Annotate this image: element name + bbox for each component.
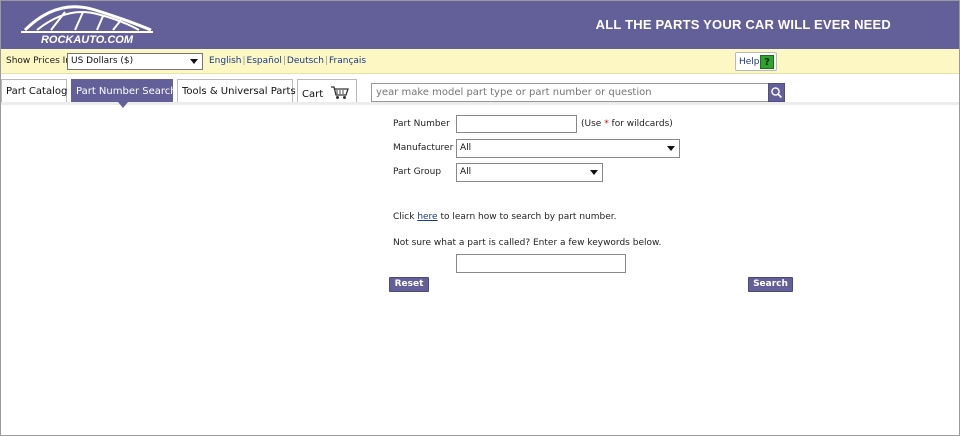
price-language-bar: Show Prices In US Dollars ($) English|Es… [1,49,959,74]
wildcard-hint-pre: (Use [581,119,605,129]
manufacturer-select[interactable]: All [456,139,680,158]
site-tagline: ALL THE PARTS YOUR CAR WILL EVER NEED [595,17,891,32]
wildcard-hint: (Use * for wildcards) [581,119,673,129]
help-button[interactable]: Help ? [735,52,777,71]
show-prices-label: Show Prices In [6,56,72,66]
help-label: Help [739,57,760,67]
help-text-post: to learn how to search by part number. [437,212,617,222]
logo-text: ROCKAUTO.COM [41,34,134,46]
search-submit-button[interactable]: Search [748,277,793,292]
search-icon [771,87,782,98]
language-links: English|Español|Deutsch|Français [209,56,367,66]
site-header: ROCKAUTO.COM ALL THE PARTS YOUR CAR WILL… [1,1,959,49]
part-number-label: Part Number [393,119,450,129]
cart-icon [330,86,350,103]
currency-selected-value: US Dollars ($) [71,56,134,66]
part-number-input[interactable] [456,115,577,133]
rockauto-logo[interactable]: ROCKAUTO.COM [17,4,157,46]
tab-bar: Part Catalog Part Number Search Tools & … [1,75,959,108]
manufacturer-label: Manufacturer [393,143,454,153]
part-group-selected-value: All [460,167,472,177]
keywords-input[interactable] [456,254,626,273]
manufacturer-selected-value: All [460,143,472,153]
language-link-francais[interactable]: Français [329,56,366,66]
chevron-down-icon [590,170,598,175]
language-link-deutsch[interactable]: Deutsch [287,56,324,66]
reset-button[interactable]: Reset [389,277,429,292]
search-input[interactable] [371,83,769,102]
wildcard-hint-post: for wildcards) [608,119,673,129]
search-button[interactable] [768,83,785,102]
help-question-icon: ? [760,55,774,69]
tab-cart-label: Cart [302,89,324,100]
language-link-espanol[interactable]: Español [247,56,282,66]
tab-cart[interactable]: Cart [297,79,357,102]
language-link-english[interactable]: English [209,56,242,66]
chevron-down-icon [190,59,198,64]
currency-select[interactable]: US Dollars ($) [67,53,203,70]
tab-part-number-search[interactable]: Part Number Search [71,79,177,108]
help-link[interactable]: here [417,212,437,222]
help-text-pre: Click [393,212,418,222]
part-group-select[interactable]: All [456,163,603,182]
tab-part-catalog[interactable]: Part Catalog [1,79,67,102]
help-text: Click here to learn how to search by par… [393,212,616,222]
chevron-down-icon [667,146,675,151]
keywords-prompt: Not sure what a part is called? Enter a … [393,238,662,248]
tab-tools-universal-parts[interactable]: Tools & Universal Parts [177,79,296,102]
part-group-label: Part Group [393,167,442,177]
